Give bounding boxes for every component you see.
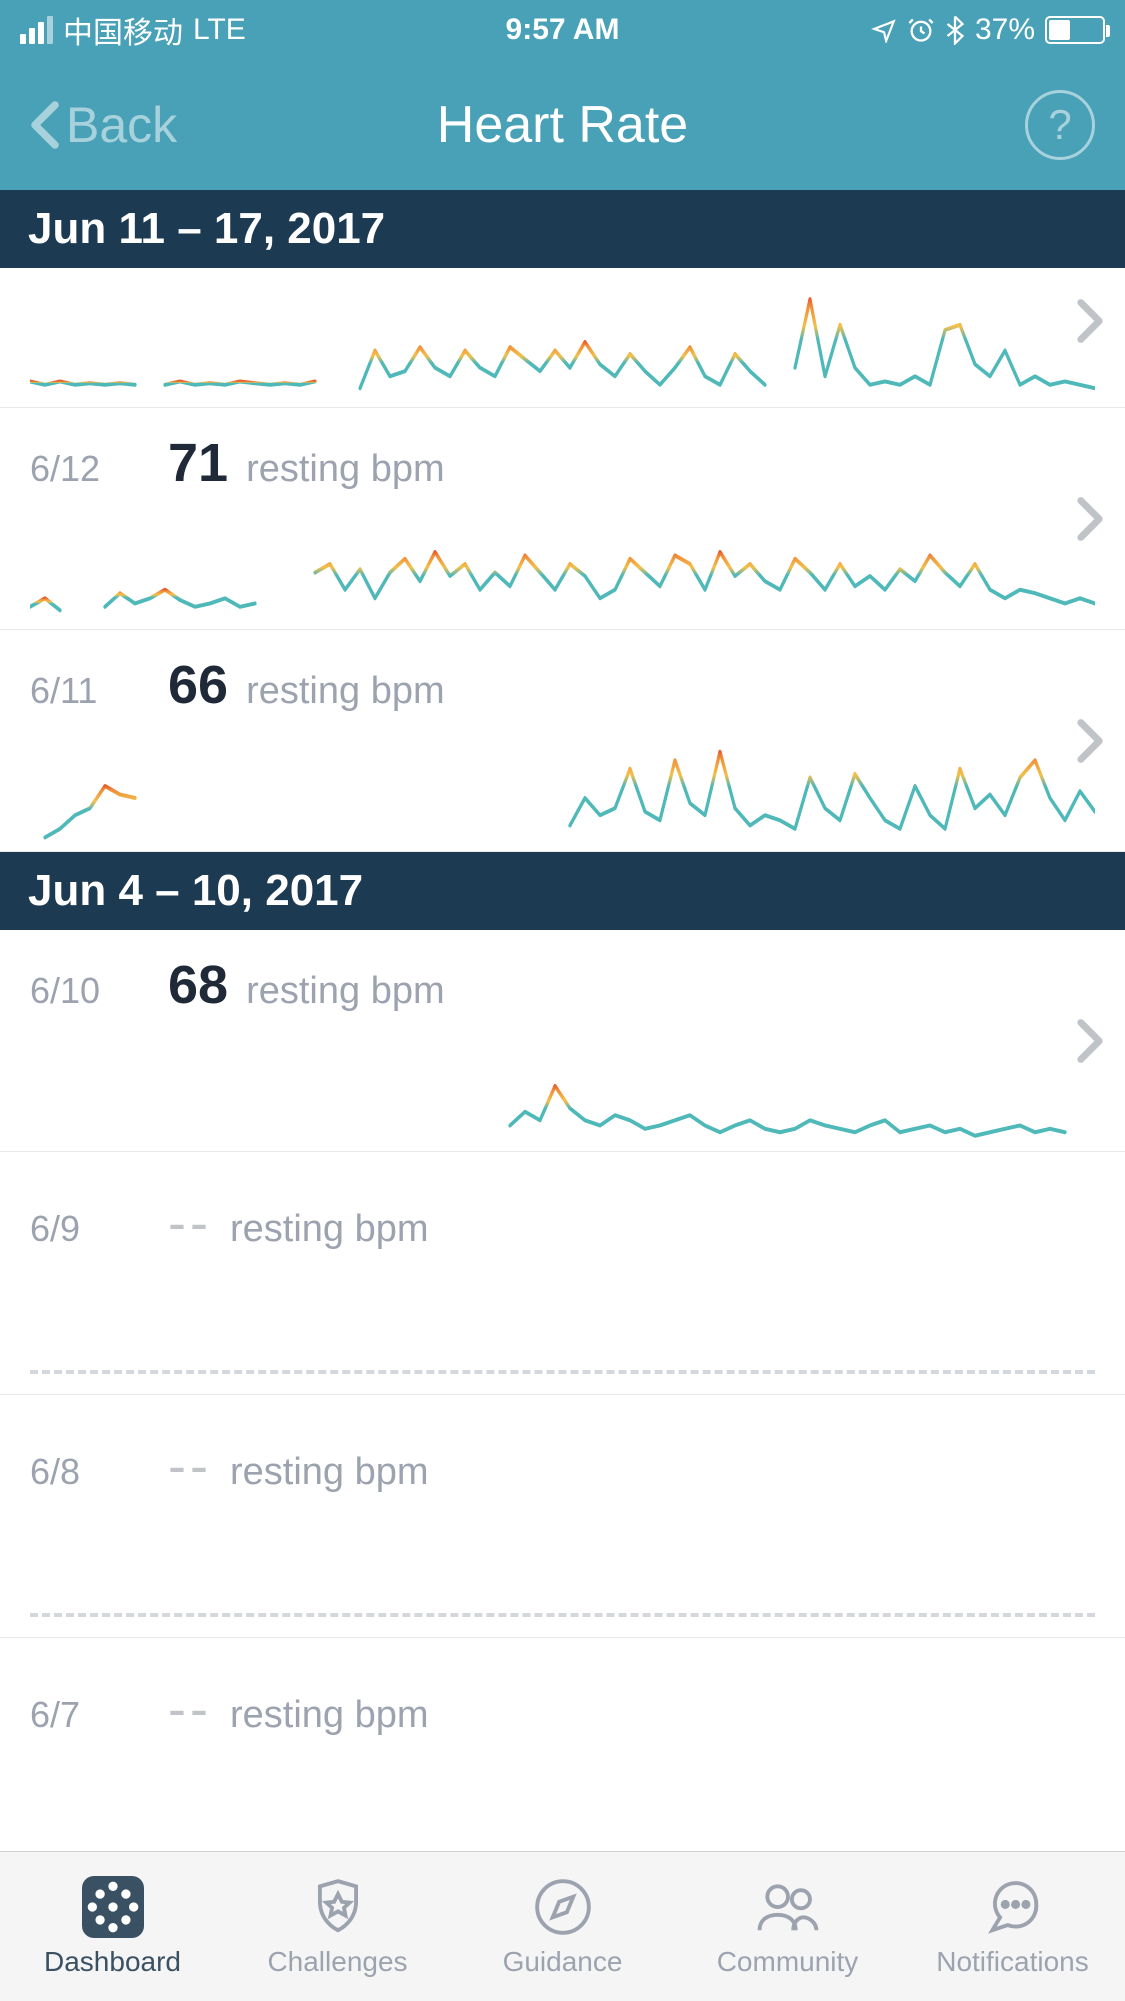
page-title: Heart Rate [437, 95, 688, 155]
tab-guidance[interactable]: Guidance [450, 1852, 675, 2001]
back-button[interactable]: Back [30, 96, 177, 154]
resting-bpm-value: 68 [168, 954, 228, 1016]
help-icon: ? [1048, 101, 1071, 149]
no-data-placeholder [30, 1254, 1095, 1374]
resting-bpm-unit: resting bpm [246, 970, 445, 1013]
day-row[interactable] [0, 268, 1125, 408]
battery-icon [1045, 16, 1105, 44]
section-header: Jun 4 – 10, 2017 [0, 852, 1125, 930]
chevron-right-icon [1075, 298, 1105, 344]
resting-bpm-unit: resting bpm [230, 1208, 429, 1251]
day-row[interactable]: 6/11 66 resting bpm [0, 630, 1125, 852]
tab-label: Dashboard [44, 1946, 181, 1978]
status-bar: 中国移动 LTE 9:57 AM 37% [0, 0, 1125, 60]
tab-bar: Dashboard Challenges Guidance Community … [0, 1851, 1125, 2001]
chevron-right-icon [1075, 718, 1105, 764]
row-date: 6/9 [30, 1208, 150, 1250]
signal-icon [20, 16, 53, 44]
location-icon [871, 17, 897, 43]
network-label: LTE [193, 13, 246, 47]
tab-dashboard[interactable]: Dashboard [0, 1852, 225, 2001]
resting-bpm-unit: resting bpm [246, 670, 445, 713]
tab-community[interactable]: Community [675, 1852, 900, 2001]
row-date: 6/11 [30, 670, 150, 712]
people-icon [757, 1876, 819, 1938]
dashboard-icon [82, 1876, 144, 1938]
tab-label: Challenges [267, 1946, 407, 1978]
chevron-left-icon [30, 100, 60, 150]
carrier-label: 中国移动 [63, 8, 183, 52]
resting-bpm-unit: resting bpm [246, 448, 445, 491]
chevron-right-icon [1075, 1018, 1105, 1064]
clock: 9:57 AM [506, 13, 620, 47]
tab-label: Notifications [936, 1946, 1089, 1978]
row-date: 6/8 [30, 1451, 150, 1493]
resting-bpm-value: -- [168, 1192, 212, 1254]
tab-label: Community [717, 1946, 859, 1978]
nav-bar: Back Heart Rate ? [0, 60, 1125, 190]
day-row[interactable]: 6/9 -- resting bpm [0, 1152, 1125, 1395]
day-row[interactable]: 6/7 -- resting bpm [0, 1638, 1125, 1881]
speech-icon [982, 1876, 1044, 1938]
alarm-icon [907, 16, 935, 44]
tab-challenges[interactable]: Challenges [225, 1852, 450, 2001]
compass-icon [532, 1876, 594, 1938]
battery-percent: 37% [975, 13, 1035, 47]
row-date: 6/12 [30, 448, 150, 490]
day-row[interactable]: 6/12 71 resting bpm [0, 408, 1125, 630]
row-date: 6/10 [30, 970, 150, 1012]
day-row[interactable]: 6/8 -- resting bpm [0, 1395, 1125, 1638]
section-header: Jun 11 – 17, 2017 [0, 190, 1125, 268]
day-row[interactable]: 6/10 68 resting bpm [0, 930, 1125, 1152]
resting-bpm-value: 66 [168, 654, 228, 716]
tab-notifications[interactable]: Notifications [900, 1852, 1125, 2001]
resting-bpm-value: -- [168, 1678, 212, 1740]
tab-label: Guidance [503, 1946, 623, 1978]
resting-bpm-unit: resting bpm [230, 1694, 429, 1737]
no-data-placeholder [30, 1497, 1095, 1617]
chevron-right-icon [1075, 496, 1105, 542]
resting-bpm-value: -- [168, 1435, 212, 1497]
resting-bpm-value: 71 [168, 432, 228, 494]
back-label: Back [66, 96, 177, 154]
star-badge-icon [307, 1876, 369, 1938]
resting-bpm-unit: resting bpm [230, 1451, 429, 1494]
no-data-placeholder [30, 1740, 1095, 1860]
row-date: 6/7 [30, 1694, 150, 1736]
help-button[interactable]: ? [1025, 90, 1095, 160]
bluetooth-icon [945, 15, 965, 45]
